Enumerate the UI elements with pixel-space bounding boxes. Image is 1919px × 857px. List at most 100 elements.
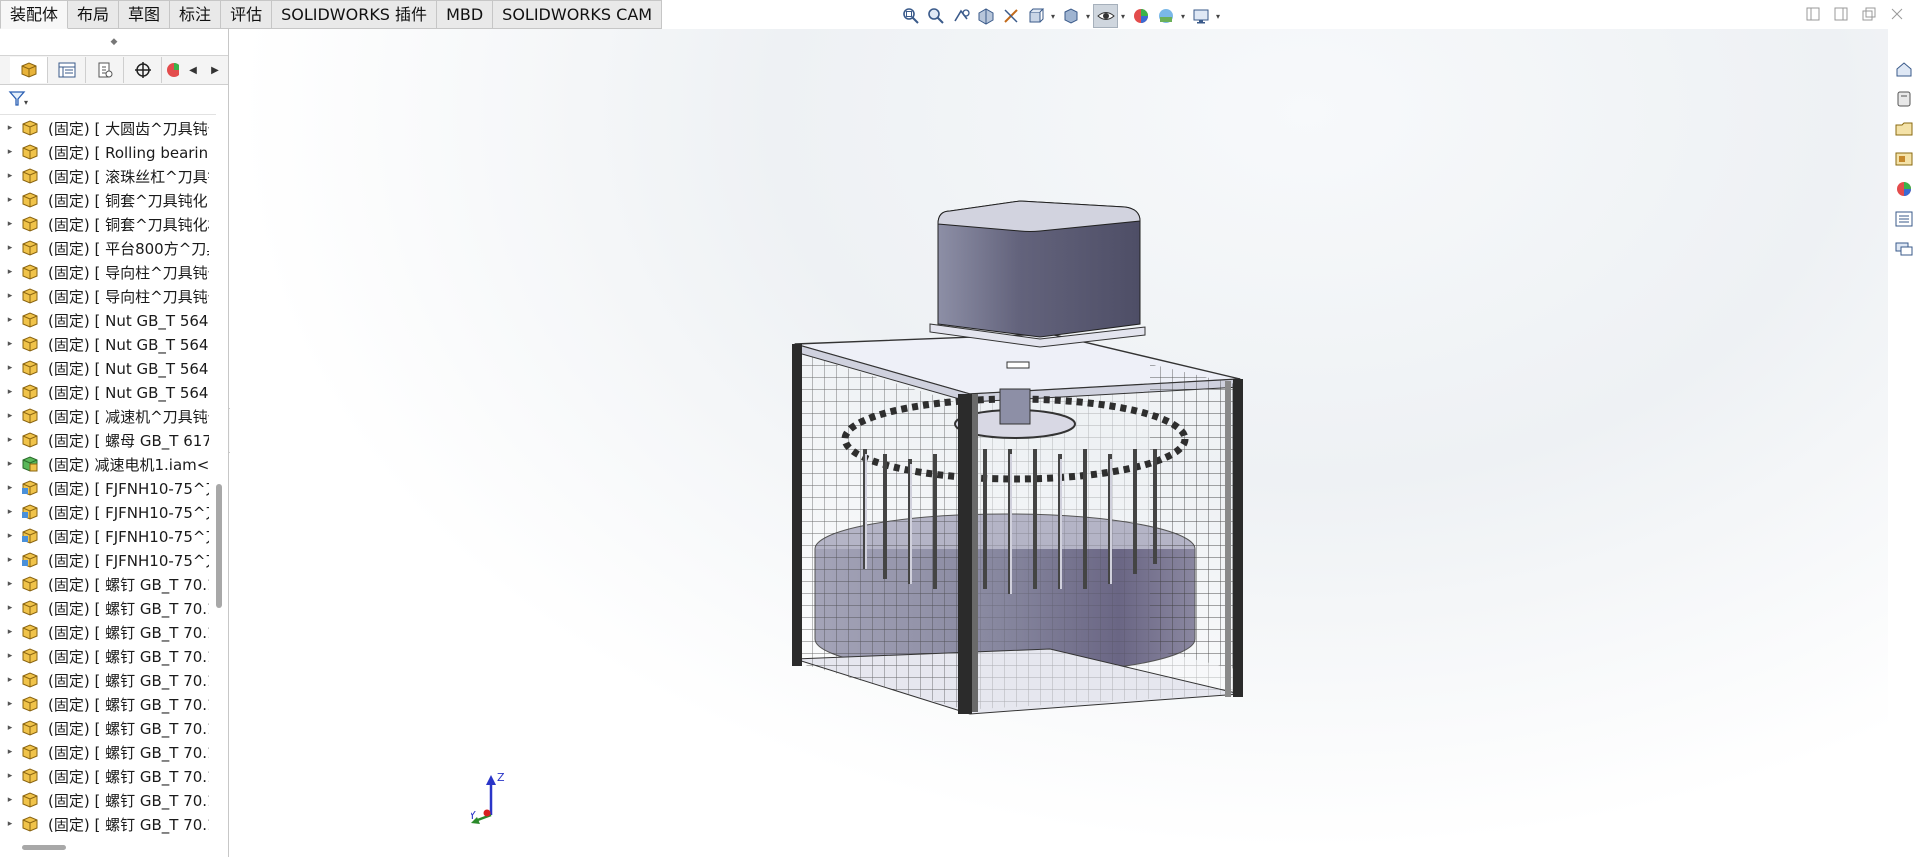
chevron-right-icon[interactable]: ▸ <box>0 435 20 445</box>
chevron-right-icon[interactable]: ▸ <box>0 747 20 757</box>
tree-node[interactable]: ▸ (固定) [ 螺钉 GB_T 70.1 <box>0 596 209 620</box>
chevron-right-icon[interactable]: ▸ <box>0 267 20 277</box>
tree-node[interactable]: ▸ (固定) [ 导向柱^刀具钝化 <box>0 284 209 308</box>
chevron-down-icon[interactable]: ▾ <box>1213 4 1223 28</box>
tree-node[interactable]: ▸ (固定) [ 螺母 GB_T 6170 <box>0 428 209 452</box>
tree-node[interactable]: ▸ (固定) [ FJFNH10-75^刀 <box>0 548 209 572</box>
tree-node[interactable]: ▸ (固定) [ 螺钉 GB_T 70.1 <box>0 692 209 716</box>
resources-icon[interactable] <box>1889 86 1919 111</box>
tree-node[interactable]: ▸ (固定) [ Nut GB_T 5649 <box>0 380 209 404</box>
tab-solidworks-addins[interactable]: SOLIDWORKS 插件 <box>272 0 438 29</box>
tab-mbd[interactable]: MBD <box>437 0 494 29</box>
tab-layout[interactable]: 布局 <box>68 0 120 29</box>
tree-node[interactable]: ▸ (固定) [ 导向柱^刀具钝化 <box>0 260 209 284</box>
view-settings-icon[interactable] <box>1188 4 1213 28</box>
tree-node[interactable]: ▸ (固定) [ Nut GB_T 5649 <box>0 332 209 356</box>
panel-grip[interactable]: ◆ <box>0 29 228 56</box>
dimxpertmanager-tab[interactable] <box>124 57 162 83</box>
chevron-right-icon[interactable]: ▸ <box>0 675 20 685</box>
chevron-right-icon[interactable]: ▸ <box>0 387 20 397</box>
chevron-right-icon[interactable]: ▸ <box>0 819 20 829</box>
propertymanager-tab[interactable] <box>48 57 86 83</box>
tree-node[interactable]: ▸ (固定) [ 铜套^刀具钝化 <box>0 188 209 212</box>
tree-node[interactable]: ▸ (固定) [ 滚珠丝杠^刀具钝 <box>0 164 209 188</box>
chevron-down-icon[interactable]: ▾ <box>1048 4 1058 28</box>
chevron-right-icon[interactable]: ▸ <box>0 555 20 565</box>
tree-vertical-scrollbar[interactable] <box>213 29 223 857</box>
tree-horizontal-scrollbar[interactable] <box>22 845 66 850</box>
tree-node[interactable]: ▸ (固定) [ FJFNH10-75^刀 <box>0 476 209 500</box>
tree-node[interactable]: ▸ (固定) [ 螺钉 GB_T 70.1 <box>0 812 209 836</box>
chevron-right-icon[interactable]: ▸ <box>0 363 20 373</box>
chevron-right-icon[interactable]: ▸ <box>0 195 20 205</box>
tree-node[interactable]: ▸ (固定) [ 大圆齿^刀具钝化 <box>0 116 209 140</box>
tree-node[interactable]: ▸ (固定) [ 螺钉 GB_T 70.1 <box>0 572 209 596</box>
zoom-to-area-icon[interactable] <box>923 4 948 28</box>
dynamic-annotation-icon[interactable] <box>998 4 1023 28</box>
tab-markup[interactable]: 标注 <box>170 0 222 29</box>
apply-scene-icon[interactable] <box>1153 4 1178 28</box>
chevron-down-icon[interactable]: ▾ <box>1178 4 1188 28</box>
appearances-icon[interactable] <box>1889 176 1919 201</box>
tab-sketch[interactable]: 草图 <box>119 0 171 29</box>
tree-node[interactable]: ▸ (固定) [ 螺钉 GB_T 70.1 <box>0 644 209 668</box>
previous-view-icon[interactable] <box>948 4 973 28</box>
configurationmanager-tab[interactable] <box>86 57 124 83</box>
tree-node[interactable]: ▸ (固定) 减速电机1.iam<1 <box>0 452 209 476</box>
tree-node[interactable]: ▸ (固定) [ 螺钉 GB_T 70.1 <box>0 788 209 812</box>
graphics-viewport[interactable]: Z Y <box>230 29 1888 857</box>
tab-solidworks-cam[interactable]: SOLIDWORKS CAM <box>493 0 663 29</box>
chevron-right-icon[interactable]: ▸ <box>0 723 20 733</box>
chevron-right-icon[interactable]: ▸ <box>0 651 20 661</box>
tree-node[interactable]: ▸ (固定) [ 螺钉 GB_T 70.1 <box>0 764 209 788</box>
hide-show-items-icon[interactable] <box>1093 4 1118 28</box>
tile-right-icon[interactable] <box>1833 6 1849 22</box>
chevron-right-icon[interactable]: ▸ <box>0 123 20 133</box>
chevron-right-icon[interactable]: ▸ <box>0 699 20 709</box>
chevron-right-icon[interactable]: ▸ <box>0 531 20 541</box>
close-icon[interactable] <box>1889 6 1905 22</box>
display-style-icon[interactable] <box>1058 4 1083 28</box>
tree-node[interactable]: ▸ (固定) [ 铜套^刀具钝化机 <box>0 212 209 236</box>
tree-node[interactable]: ▸ (固定) [ 平台800方^刀具 <box>0 236 209 260</box>
home-icon[interactable] <box>1889 56 1919 81</box>
chevron-right-icon[interactable]: ▸ <box>0 411 20 421</box>
chevron-right-icon[interactable]: ▸ <box>0 219 20 229</box>
filter-icon[interactable]: ▾ <box>8 89 30 111</box>
chevron-right-icon[interactable]: ▸ <box>0 459 20 469</box>
section-view-icon[interactable] <box>973 4 998 28</box>
chevron-right-icon[interactable]: ▸ <box>0 315 20 325</box>
tree-node[interactable]: ▸ (固定) [ 螺钉 GB_T 70.1 <box>0 668 209 692</box>
chevron-right-icon[interactable]: ▸ <box>0 147 20 157</box>
chevron-right-icon[interactable]: ▸ <box>0 243 20 253</box>
tab-assembly[interactable]: 装配体 <box>0 0 69 29</box>
chevron-right-icon[interactable]: ▸ <box>0 291 20 301</box>
tree-node[interactable]: ▸ (固定) [ 螺钉 GB_T 70.1 <box>0 740 209 764</box>
tree-node[interactable]: ▸ (固定) [ Rolling bearing <box>0 140 209 164</box>
chevron-right-icon[interactable]: ▸ <box>0 795 20 805</box>
chevron-right-icon[interactable]: ▸ <box>0 603 20 613</box>
tree-node[interactable]: ▸ (固定) [ 螺钉 GB_T 70.1 <box>0 716 209 740</box>
tab-evaluate[interactable]: 评估 <box>221 0 273 29</box>
tree-node[interactable]: ▸ (固定) [ FJFNH10-75^刀 <box>0 524 209 548</box>
tab-scroll-left-icon[interactable]: ◀ <box>182 57 204 83</box>
chevron-right-icon[interactable]: ▸ <box>0 771 20 781</box>
chevron-right-icon[interactable]: ▸ <box>0 579 20 589</box>
chevron-right-icon[interactable]: ▸ <box>0 171 20 181</box>
edit-appearance-icon[interactable] <box>1128 4 1153 28</box>
view-palette-icon[interactable] <box>1889 146 1919 171</box>
view-orientation-icon[interactable] <box>1023 4 1048 28</box>
chevron-down-icon[interactable]: ▾ <box>1118 4 1128 28</box>
restore-icon[interactable] <box>1861 6 1877 22</box>
file-explorer-icon[interactable] <box>1889 116 1919 141</box>
chevron-down-icon[interactable]: ▾ <box>1083 4 1093 28</box>
featuremanager-tab[interactable] <box>10 57 48 83</box>
assembly-model[interactable] <box>680 149 1400 749</box>
scrollbar-thumb[interactable] <box>216 484 222 608</box>
forum-icon[interactable] <box>1889 236 1919 261</box>
tree-node[interactable]: ▸ (固定) [ 减速机^刀具钝化 <box>0 404 209 428</box>
chevron-right-icon[interactable]: ▸ <box>0 507 20 517</box>
tree-node[interactable]: ▸ (固定) [ Nut GB_T 5649 <box>0 356 209 380</box>
tree-node[interactable]: ▸ (固定) [ 螺钉 GB_T 70.1 <box>0 620 209 644</box>
custom-properties-icon[interactable] <box>1889 206 1919 231</box>
